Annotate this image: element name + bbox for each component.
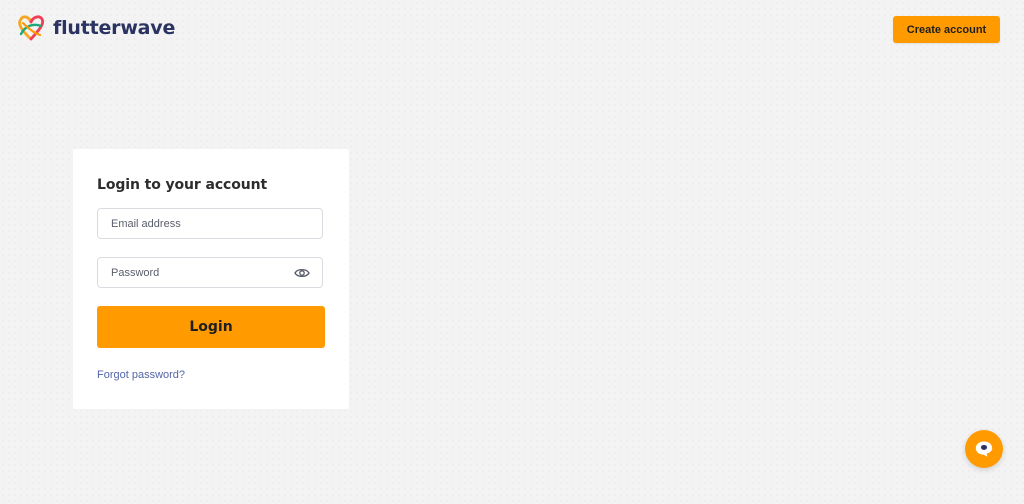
- chat-widget-button[interactable]: [965, 430, 1003, 468]
- flutterwave-logo[interactable]: flutterwave: [16, 12, 175, 44]
- login-title: Login to your account: [97, 177, 268, 193]
- login-button[interactable]: Login: [97, 306, 325, 348]
- flutterwave-logo-icon: [18, 15, 45, 41]
- email-input[interactable]: [98, 209, 322, 238]
- password-field-wrapper: [97, 257, 323, 288]
- login-card: Login to your account Login Forgot passw…: [73, 149, 349, 409]
- email-field-wrapper: [97, 208, 323, 239]
- eye-icon[interactable]: [294, 266, 310, 280]
- create-account-button[interactable]: Create account: [893, 16, 1000, 43]
- top-header: flutterwave Create account: [0, 0, 1024, 58]
- forgot-password-link[interactable]: Forgot password?: [97, 369, 185, 381]
- password-input[interactable]: [98, 258, 322, 287]
- brand-name: flutterwave: [53, 17, 176, 39]
- chat-bubble-icon: [975, 441, 993, 457]
